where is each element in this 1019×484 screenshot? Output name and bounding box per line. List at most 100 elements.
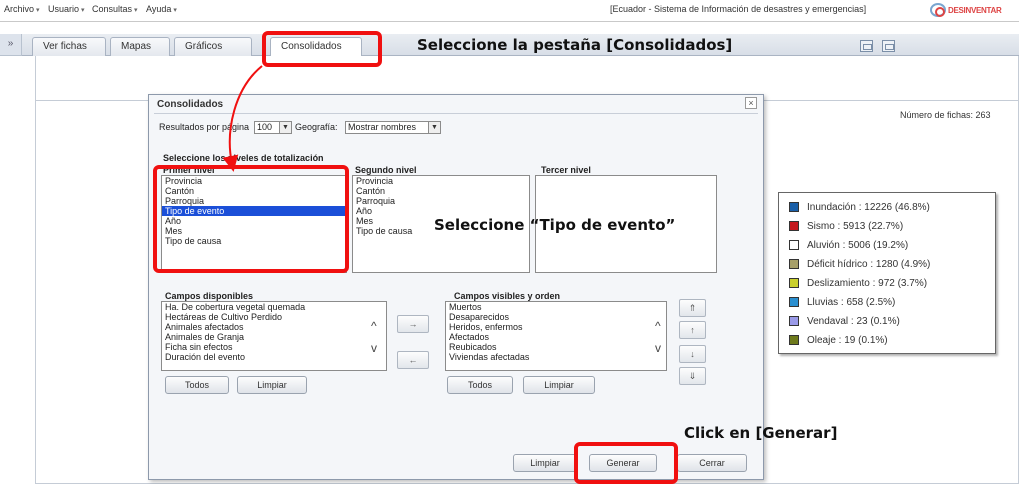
callout-generate-button	[574, 442, 678, 484]
geography-label: Geografía:	[295, 122, 338, 132]
menu-consultas-label: Consultas	[92, 4, 133, 14]
geography-select[interactable]: Mostrar nombres ▼	[345, 121, 441, 134]
chevron-down-icon: ▼	[279, 122, 291, 133]
move-right-button[interactable]: →	[397, 315, 429, 333]
legend-item: Inundación : 12226 (46.8%)	[789, 200, 930, 214]
callout-consolidados-tab	[262, 31, 382, 67]
visible-clear-button[interactable]: Limpiar	[523, 376, 595, 394]
legend-swatch	[789, 221, 799, 231]
move-down-button[interactable]: ↓	[679, 345, 706, 363]
save-icon[interactable]	[860, 40, 873, 52]
logo-icon	[930, 3, 946, 17]
legend-swatch	[789, 202, 799, 212]
legend-label: Deslizamiento : 972 (3.7%)	[807, 277, 928, 289]
legend-item: Déficit hídrico : 1280 (4.9%)	[789, 257, 930, 271]
menu-usuario[interactable]: Usuario ▾	[48, 4, 85, 14]
list-item[interactable]: Duración del evento	[162, 352, 386, 362]
scroll-down-icon[interactable]: v	[371, 341, 377, 355]
list-item[interactable]: Desaparecidos	[446, 312, 666, 322]
legend-item: Vendaval : 23 (0.1%)	[789, 314, 900, 328]
caret-down-icon: ▾	[173, 7, 177, 14]
legend-swatch	[789, 278, 799, 288]
list-item[interactable]: Hectáreas de Cultivo Perdido	[162, 312, 386, 322]
close-icon[interactable]: ×	[745, 97, 757, 109]
menu-bar: Archivo ▾ Usuario ▾ Consultas ▾ Ayuda ▾ [Ecu…	[0, 0, 1019, 22]
list-item[interactable]: Año	[353, 206, 529, 216]
legend-label: Inundación : 12226 (46.8%)	[807, 201, 930, 213]
list-item[interactable]: Animales de Granja	[162, 332, 386, 342]
tab-mapas[interactable]: Mapas	[110, 37, 170, 56]
available-fields-title: Campos disponibles	[165, 291, 254, 301]
visible-all-button[interactable]: Todos	[447, 376, 513, 394]
second-level-title: Segundo nivel	[355, 165, 417, 175]
available-fields-list[interactable]: Ha. De cobertura vegetal quemada Hectáre…	[161, 301, 387, 371]
move-top-button[interactable]: ⇑	[679, 299, 706, 317]
annotation-tab: Seleccione la pestaña [Consolidados]	[417, 36, 733, 54]
list-item[interactable]: Heridos, enfermos	[446, 322, 666, 332]
legend-label: Sismo : 5913 (22.7%)	[807, 220, 904, 232]
menu-usuario-label: Usuario	[48, 4, 80, 14]
logo-text: DESINVENTAR	[948, 5, 1002, 15]
list-item[interactable]: Provincia	[353, 176, 529, 186]
list-item[interactable]: Ficha sin efectos	[162, 342, 386, 352]
list-item[interactable]: Afectados	[446, 332, 666, 342]
menu-ayuda-label: Ayuda	[146, 4, 172, 14]
visible-fields-list[interactable]: Muertos Desaparecidos Heridos, enfermos …	[445, 301, 667, 371]
close-button[interactable]: Cerrar	[677, 454, 747, 472]
list-item[interactable]: Ha. De cobertura vegetal quemada	[162, 302, 386, 312]
legend-swatch	[789, 335, 799, 345]
results-per-page-select[interactable]: 100 ▼	[254, 121, 292, 134]
legend-label: Aluvión : 5006 (19.2%)	[807, 239, 909, 251]
tab-ver-fichas[interactable]: Ver fichas	[32, 37, 106, 56]
list-item[interactable]: Animales afectados	[162, 322, 386, 332]
legend-label: Vendaval : 23 (0.1%)	[807, 315, 900, 327]
scroll-down-icon[interactable]: v	[655, 341, 661, 355]
chart-legend: Inundación : 12226 (46.8%) Sismo : 5913 …	[778, 192, 996, 354]
caret-down-icon: ▾	[134, 7, 138, 14]
visible-fields-title: Campos visibles y orden	[454, 291, 561, 301]
menu-archivo[interactable]: Archivo ▾	[4, 4, 40, 14]
print-icon[interactable]	[882, 40, 895, 52]
list-item[interactable]: Viviendas afectadas	[446, 352, 666, 362]
move-left-button[interactable]: ←	[397, 351, 429, 369]
list-item[interactable]: Cantón	[353, 186, 529, 196]
third-level-title: Tercer nivel	[541, 165, 591, 175]
legend-swatch	[789, 240, 799, 250]
callout-first-level	[153, 165, 349, 273]
scroll-up-icon[interactable]: ^	[655, 319, 661, 333]
legend-item: Oleaje : 19 (0.1%)	[789, 333, 888, 347]
move-up-button[interactable]: ↑	[679, 321, 706, 339]
menu-consultas[interactable]: Consultas ▾	[92, 4, 138, 14]
app-title: [Ecuador - Sistema de Información de des…	[610, 4, 867, 14]
legend-item: Deslizamiento : 972 (3.7%)	[789, 276, 927, 290]
tab-graficos[interactable]: Gráficos	[174, 37, 252, 56]
list-item[interactable]: Parroquia	[353, 196, 529, 206]
legend-label: Oleaje : 19 (0.1%)	[807, 334, 888, 346]
annotation-select: Seleccione “Tipo de evento”	[434, 216, 676, 234]
legend-swatch	[789, 316, 799, 326]
app-logo: DESINVENTAR	[930, 2, 1002, 18]
legend-swatch	[789, 259, 799, 269]
menu-archivo-label: Archivo	[4, 4, 35, 14]
legend-item: Lluvias : 658 (2.5%)	[789, 295, 895, 309]
levels-title: Seleccione los niveles de totalización	[163, 153, 324, 163]
dialog-divider	[154, 113, 758, 114]
consolidados-dialog: Consolidados × Resultados por página 100…	[148, 94, 764, 480]
menu-ayuda[interactable]: Ayuda ▾	[146, 4, 177, 14]
annotation-generate: Click en [Generar]	[684, 424, 838, 442]
move-bottom-button[interactable]: ⇓	[679, 367, 706, 385]
list-item[interactable]: Reubicados	[446, 342, 666, 352]
caret-down-icon: ▾	[81, 7, 85, 14]
available-clear-button[interactable]: Limpiar	[237, 376, 307, 394]
available-all-button[interactable]: Todos	[165, 376, 229, 394]
caret-down-icon: ▾	[36, 7, 40, 14]
geography-value: Mostrar nombres	[348, 122, 417, 132]
list-item[interactable]: Muertos	[446, 302, 666, 312]
legend-label: Lluvias : 658 (2.5%)	[807, 296, 896, 308]
clear-button[interactable]: Limpiar	[513, 454, 577, 472]
scroll-up-icon[interactable]: ^	[371, 319, 377, 333]
legend-swatch	[789, 297, 799, 307]
results-per-page-label: Resultados por página	[159, 122, 250, 132]
expand-sidebar-icon[interactable]: »	[0, 34, 22, 56]
record-count: Número de fichas: 263	[900, 110, 991, 120]
